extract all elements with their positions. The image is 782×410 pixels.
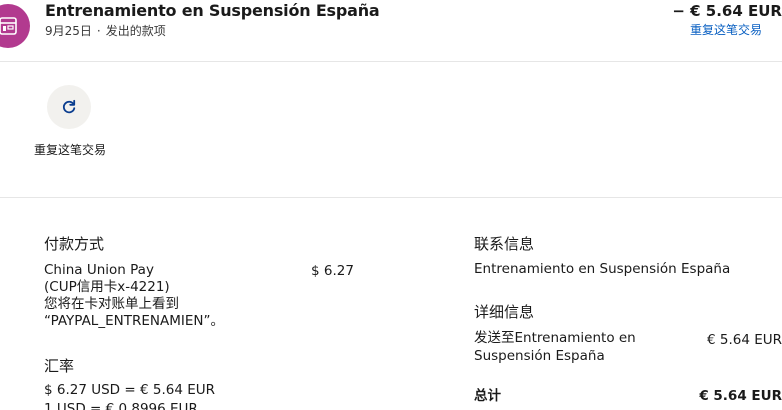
repeat-transaction-link[interactable]: 重复这笔交易 bbox=[690, 21, 762, 38]
refresh-icon bbox=[63, 99, 76, 114]
contact-merchant-name: Entrenamiento en Suspensión España bbox=[474, 261, 731, 277]
payment-method-line: 您将在卡对账单上看到 bbox=[44, 296, 179, 312]
merchant-name: Entrenamiento en Suspensión España bbox=[45, 1, 380, 20]
actions-bar: 重复这笔交易 bbox=[0, 63, 782, 198]
payment-method-title: 付款方式 bbox=[44, 235, 105, 253]
repeat-transaction-button[interactable] bbox=[47, 85, 91, 129]
payment-method-line: (CUP信用卡x-4221) bbox=[44, 279, 170, 295]
transaction-subline: 9月25日 · 发出的款项 bbox=[45, 22, 166, 39]
sent-to-line: 发送至Entrenamiento en bbox=[474, 330, 636, 346]
total-amount: € 5.64 EUR bbox=[699, 388, 782, 404]
store-icon bbox=[0, 4, 30, 48]
details-title: 详细信息 bbox=[474, 303, 535, 321]
transaction-date: 9月25日 bbox=[45, 24, 92, 38]
payment-method-line: China Union Pay bbox=[44, 262, 154, 278]
transaction-type: 发出的款项 bbox=[105, 24, 166, 38]
payment-method-line: “PAYPAL_ENTRENAMIEN”。 bbox=[44, 313, 224, 329]
contact-info-title: 联系信息 bbox=[474, 235, 535, 253]
exchange-rate-line: $ 6.27 USD = € 5.64 EUR bbox=[44, 382, 215, 398]
exchange-rate-title: 汇率 bbox=[44, 357, 75, 375]
separator-dot: · bbox=[96, 24, 101, 38]
transaction-header: Entrenamiento en Suspensión España 9月25日… bbox=[0, 0, 782, 62]
payment-amount: $ 6.27 bbox=[311, 263, 354, 279]
total-label: 总计 bbox=[474, 388, 501, 404]
exchange-rate-line: 1 USD = € 0.8996 EUR bbox=[44, 401, 198, 410]
sent-to-line: Suspensión España bbox=[474, 348, 605, 364]
transaction-amount: − € 5.64 EUR bbox=[672, 2, 782, 20]
details-amount: € 5.64 EUR bbox=[706, 332, 782, 348]
repeat-transaction-label[interactable]: 重复这笔交易 bbox=[34, 142, 106, 159]
